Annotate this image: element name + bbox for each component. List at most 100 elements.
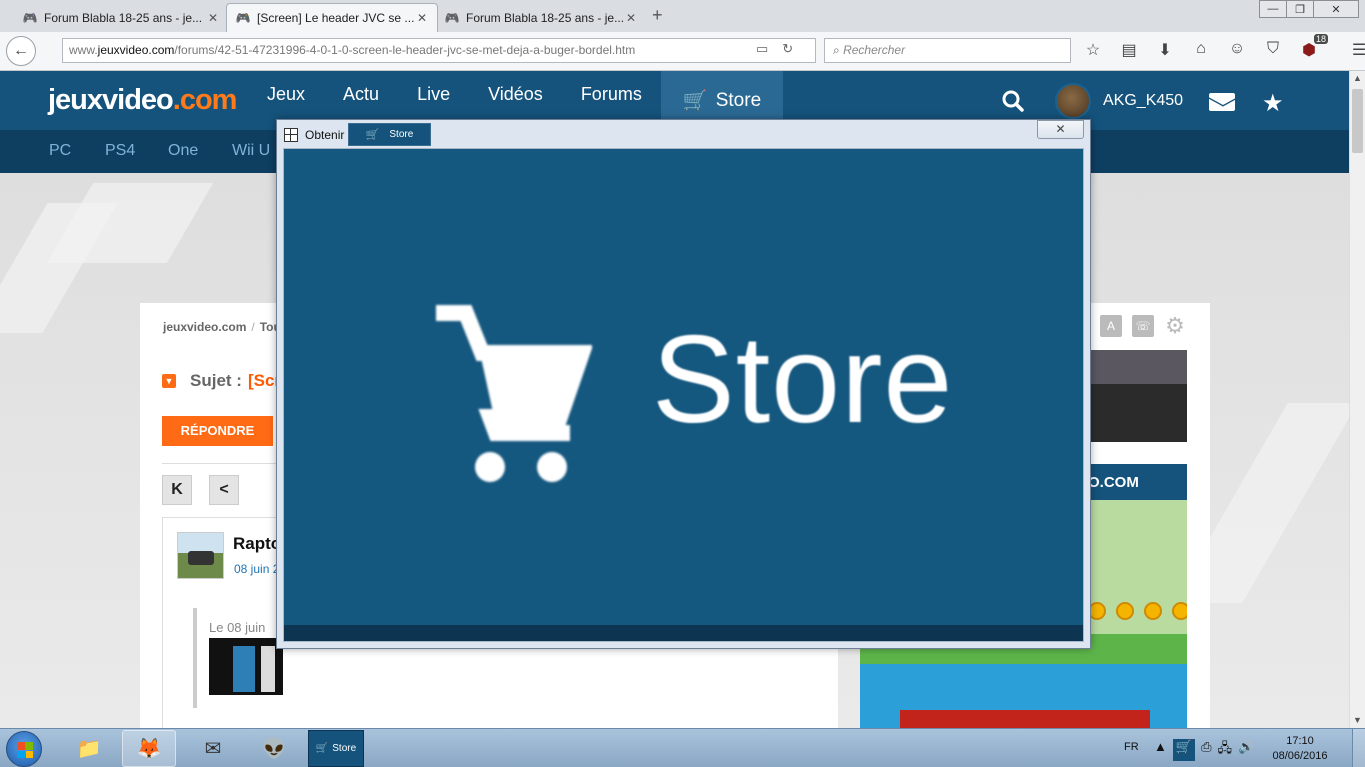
firefox-taskbar-icon[interactable]: 🦊 (122, 730, 176, 767)
cart-icon: 🛒 (315, 743, 329, 754)
back-button[interactable]: ← (6, 36, 36, 66)
mail-icon[interactable] (1209, 93, 1235, 111)
coin-icon (1172, 602, 1187, 620)
home-icon[interactable]: ⌂ (1190, 40, 1212, 60)
capture-tab-store[interactable]: 🛒 Store (348, 123, 431, 146)
jvc-favicon-icon: 🎮 (444, 10, 460, 25)
scrollbar-thumb[interactable] (1352, 89, 1363, 153)
network-icon[interactable]: 🖧 (1217, 739, 1232, 761)
browser-tab-2[interactable]: 🎮 [Screen] Le header JVC se ... ✕ (226, 3, 438, 32)
volume-icon[interactable]: 🔊 (1238, 739, 1254, 761)
new-tab-button[interactable]: + (652, 5, 663, 26)
author-avatar[interactable] (177, 532, 224, 579)
jvc-favicon-icon: 🎮 (22, 10, 38, 25)
tab-title: Forum Blabla 18-25 ans - je... (44, 10, 203, 25)
window-controls: — ❐ ✕ (1259, 0, 1359, 18)
browser-nav-bar: ← www.jeuxvideo.com/forums/42-51-4723199… (0, 32, 1365, 71)
system-tray: ▲ 🛒 ⎙ 🖧 🔊 (1154, 739, 1254, 761)
capture-window-title: Obtenir (305, 128, 345, 142)
avatar[interactable] (1055, 83, 1091, 119)
coin-icon (1144, 602, 1162, 620)
clock[interactable]: 17:10 08/06/2016 (1270, 734, 1330, 764)
url-domain: jeuxvideo.com (97, 43, 175, 57)
subnav-item-ps4[interactable]: PS4 (105, 142, 135, 160)
chat-icon[interactable]: ☺ (1226, 40, 1248, 60)
topic-subject: ▼ Sujet : [Scr (162, 371, 281, 391)
url-path: /forums/42-51-47231996-4-0-1-0-screen-le… (174, 43, 636, 57)
reload-icon[interactable]: ↻ (782, 41, 793, 57)
reader-view-icon[interactable]: ▭ (756, 41, 768, 57)
close-tab-icon[interactable]: ✕ (415, 11, 429, 25)
post-author[interactable]: Rapto (233, 534, 281, 554)
browser-tab-1[interactable]: 🎮 Forum Blabla 18-25 ans - je... ✕ (14, 3, 228, 32)
subnav-item-wiiu[interactable]: Wii U (232, 142, 270, 160)
close-tab-icon[interactable]: ✕ (206, 11, 220, 25)
menu-icon[interactable]: ☰ (1348, 40, 1365, 60)
ad-title-graphic (900, 710, 1150, 728)
phone-icon[interactable]: ☏ (1132, 315, 1154, 337)
bookmark-star-icon[interactable]: ☆ (1082, 40, 1104, 60)
post-date[interactable]: 08 juin 2 (234, 562, 279, 576)
page-scrollbar[interactable]: ▲ ▼ (1349, 71, 1365, 728)
cart-icon: 🛒 (365, 129, 380, 141)
cart-icon (436, 305, 592, 482)
breadcrumb-separator: / (251, 320, 255, 334)
close-button[interactable]: ✕ (1037, 120, 1084, 139)
close-tab-icon[interactable]: ✕ (624, 11, 638, 25)
minimize-icon[interactable]: — (1259, 0, 1287, 18)
thunderbird-taskbar-icon[interactable]: ✉ (186, 730, 240, 767)
scroll-up-icon[interactable]: ▲ (1353, 73, 1362, 83)
capture-window: Obtenir 🛒 Store ✕ Store (276, 119, 1091, 649)
ad-coins (1088, 602, 1187, 620)
arrow-left-icon: ← (13, 42, 29, 59)
chevron-down-icon[interactable]: ▼ (162, 374, 176, 388)
reply-button[interactable]: RÉPONDRE (162, 416, 273, 446)
capture-tab-label: Store (389, 129, 414, 140)
show-desktop-button[interactable] (1352, 729, 1365, 767)
pocket-icon[interactable]: ⛉ (1262, 40, 1284, 60)
browser-tab-3[interactable]: 🎮 Forum Blabla 18-25 ans - je... ✕ (436, 3, 646, 32)
cart-tray-icon[interactable]: 🛒 (1172, 739, 1196, 761)
windows-logo-icon (17, 742, 33, 758)
browser-toolbar: ☆ ▤ ⬇ ⌂ ☺ ⛉ ⬢ 18 ☰ (1082, 34, 1365, 60)
sidebar-block (1090, 384, 1187, 442)
first-page-button[interactable]: K (162, 475, 192, 505)
subject-prefix: Sujet : (190, 371, 242, 390)
username[interactable]: AKG_K450 (1103, 92, 1183, 110)
usb-icon[interactable]: ⎙ (1201, 739, 1211, 761)
download-icon[interactable]: ⬇ (1154, 40, 1176, 60)
close-window-icon[interactable]: ✕ (1313, 0, 1359, 18)
store-taskbar-button[interactable]: 🛒 Store (308, 730, 364, 767)
start-button[interactable] (6, 731, 42, 767)
show-hidden-icons[interactable]: ▲ (1154, 739, 1167, 761)
language-indicator[interactable]: FR (1124, 741, 1139, 753)
scroll-down-icon[interactable]: ▼ (1353, 715, 1362, 725)
site-logo[interactable]: jeuxvideo.com (48, 84, 237, 117)
font-size-icon[interactable]: A (1100, 315, 1122, 337)
bookmarks-list-icon[interactable]: ▤ (1118, 40, 1140, 60)
windows-taskbar: 📁 🦊 ✉ 👽 🛒 Store FR ▲ 🛒 ⎙ 🖧 🔊 17:10 08/06… (0, 728, 1365, 767)
breadcrumb: jeuxvideo.com / Tous (163, 320, 288, 334)
sidebar-block (1090, 350, 1187, 384)
subnav-item-pc[interactable]: PC (49, 142, 71, 160)
browser-search-input[interactable]: ⌕ Rechercher (824, 38, 1071, 63)
breadcrumb-home[interactable]: jeuxvideo.com (163, 320, 246, 334)
star-icon[interactable]: ★ (1262, 89, 1284, 118)
alien-app-taskbar-icon[interactable]: 👽 (247, 730, 301, 767)
gear-icon[interactable]: ⚙ (1164, 313, 1186, 338)
quote-screenshot-image[interactable] (209, 638, 283, 695)
coin-icon (1116, 602, 1134, 620)
taskbar-store-label: Store (332, 743, 357, 754)
tab-title: [Screen] Le header JVC se ... (257, 11, 415, 25)
jvc-favicon-icon: 🎮 (235, 11, 251, 25)
url-bar[interactable]: www.jeuxvideo.com/forums/42-51-47231996-… (62, 38, 816, 63)
subnav-item-one[interactable]: One (168, 142, 198, 160)
ublock-icon[interactable]: ⬢ 18 (1298, 34, 1328, 60)
logo-main: jeuxvideo (48, 84, 174, 116)
maximize-icon[interactable]: ❐ (1286, 0, 1314, 18)
previous-page-button[interactable]: < (209, 475, 239, 505)
search-icon[interactable] (1002, 90, 1024, 112)
url-prefix: www. (69, 43, 98, 57)
file-explorer-taskbar-icon[interactable]: 📁 (62, 730, 116, 767)
ad-header-text: O.COM (1088, 474, 1139, 491)
